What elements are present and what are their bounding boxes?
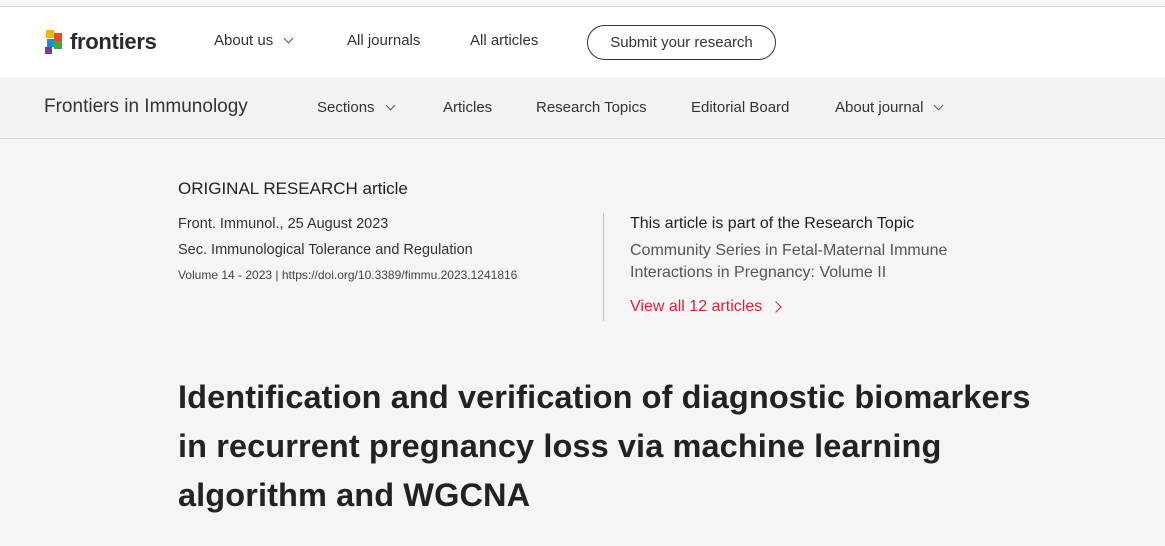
research-topic-title[interactable]: Community Series in Fetal-Maternal Immun…: [630, 240, 1030, 284]
nav-all-articles-label: All articles: [470, 32, 539, 49]
nav-about-journal-label: About journal: [835, 99, 924, 116]
nav-about-us[interactable]: About us: [214, 32, 294, 49]
view-all-label: View all 12 articles: [630, 298, 763, 315]
journal-nav: Frontiers in Immunology Sections Article…: [0, 77, 1165, 139]
chevron-down-icon: [933, 100, 944, 110]
nav-about-us-label: About us: [214, 32, 274, 49]
nav-articles-label: Articles: [443, 99, 493, 116]
view-all-articles-link[interactable]: View all 12 articles: [630, 298, 782, 316]
nav-about-journal[interactable]: About journal: [835, 99, 944, 116]
article-type: ORIGINAL RESEARCH article: [178, 179, 408, 198]
article-title: Identification and verification of diagn…: [178, 379, 1031, 513]
nav-sections[interactable]: Sections: [317, 99, 395, 116]
top-border: [0, 0, 1165, 7]
chevron-right-icon: [770, 301, 782, 313]
nav-research-topics-label: Research Topics: [536, 99, 647, 116]
submit-research-button[interactable]: Submit your research: [587, 25, 776, 60]
volume-doi: Volume 14 - 2023 | https://doi.org/10.33…: [178, 268, 518, 282]
nav-all-articles[interactable]: All articles: [470, 32, 538, 49]
research-topic-label: This article is part of the Research Top…: [630, 215, 915, 232]
divider: [603, 213, 604, 321]
journal-name-link[interactable]: Frontiers in Immunology: [44, 96, 248, 118]
global-header: frontiers About us All journals All arti…: [0, 7, 1165, 77]
frontiers-logo-icon: [44, 29, 66, 55]
nav-research-topics[interactable]: Research Topics: [536, 99, 647, 116]
nav-all-journals[interactable]: All journals: [347, 32, 420, 49]
frontiers-logo[interactable]: frontiers: [44, 29, 157, 55]
article-header: ORIGINAL RESEARCH article Front. Immunol…: [0, 139, 1165, 546]
nav-editorial-board-label: Editorial Board: [691, 99, 790, 116]
chevron-down-icon: [283, 33, 294, 43]
nav-editorial-board[interactable]: Editorial Board: [691, 99, 789, 116]
nav-all-journals-label: All journals: [347, 32, 421, 49]
chevron-down-icon: [385, 100, 395, 110]
nav-sections-label: Sections: [317, 99, 375, 116]
publication-date: Front. Immunol., 25 August 2023: [178, 216, 389, 232]
article-section-link[interactable]: Sec. Immunological Tolerance and Regulat…: [178, 242, 473, 258]
nav-articles[interactable]: Articles: [443, 99, 492, 116]
brand-name: frontiers: [70, 29, 157, 54]
